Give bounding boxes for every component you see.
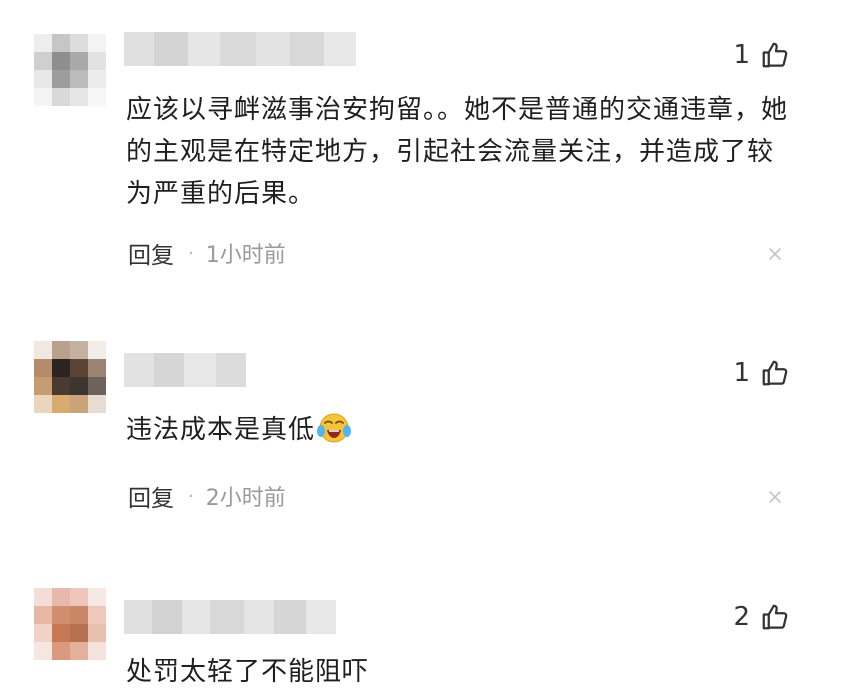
avatar[interactable] xyxy=(34,588,106,660)
like-count: 2 xyxy=(733,602,750,632)
comment-list: 1 应该以寻衅滋事治安拘留。。她不是普通的交通违章，她的主观是在特定地方，引起社… xyxy=(0,0,848,698)
comment-item: 2 处罚太轻了不能阻吓 xyxy=(0,0,848,698)
thumbs-up-icon[interactable] xyxy=(760,602,790,632)
like-control[interactable]: 2 xyxy=(733,602,790,632)
username[interactable] xyxy=(124,600,336,634)
comment-text: 处罚太轻了不能阻吓 xyxy=(126,657,370,687)
